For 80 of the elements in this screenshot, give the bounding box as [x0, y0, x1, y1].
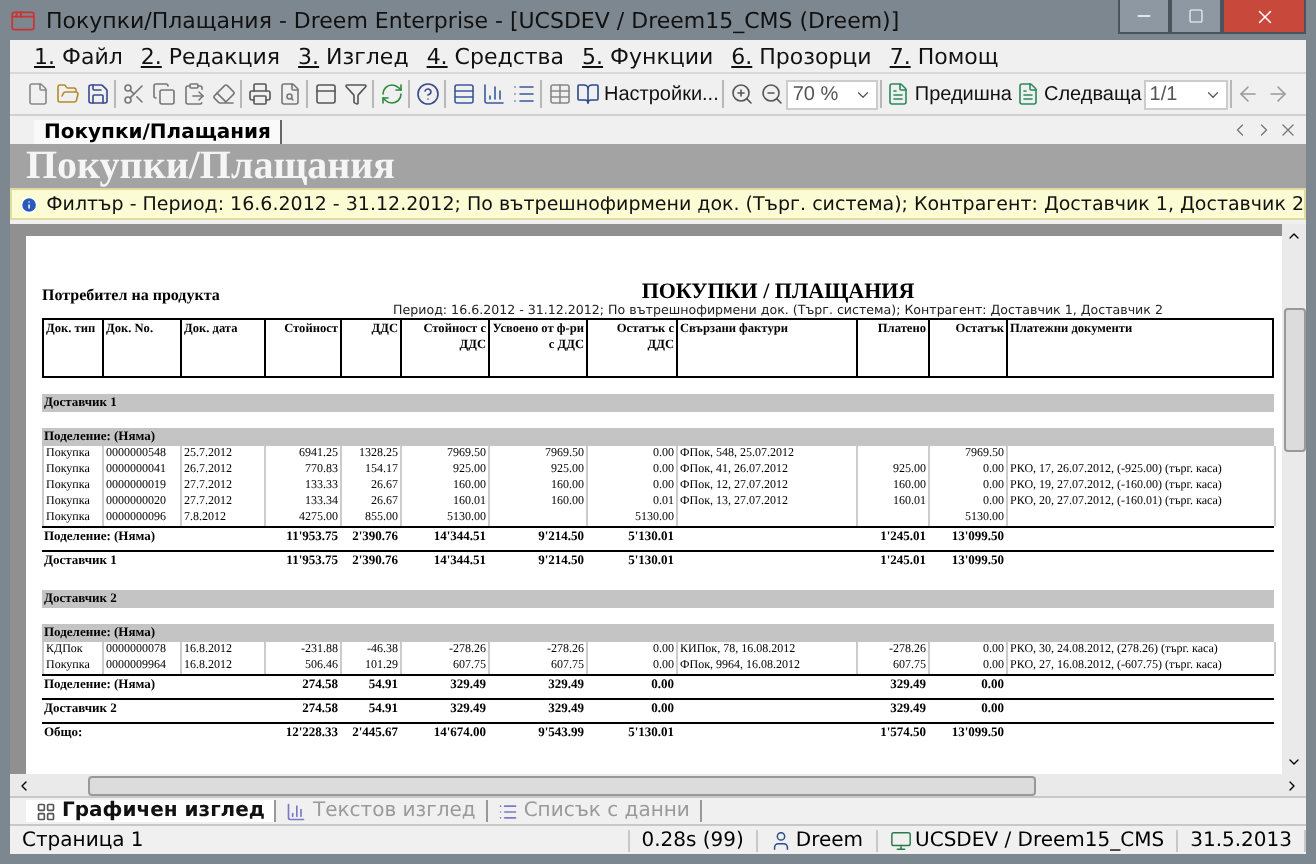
window-title: Покупки/Плащания - Dreem Enterprise - [UCSDEV / Dreem15_CMS (Dreem)]: [46, 7, 902, 33]
filter-icon: [343, 82, 367, 106]
paste-icon: [181, 82, 205, 106]
help-icon: [415, 82, 439, 106]
printer-icon: [247, 82, 271, 106]
menu-item[interactable]: 3. Изглед: [298, 43, 409, 69]
menu-item[interactable]: 6. Прозорци: [731, 43, 872, 69]
open-folder-button[interactable]: [52, 82, 82, 106]
close-icon: [1253, 5, 1275, 27]
bar-chart-icon: [481, 82, 505, 106]
previous-button[interactable]: Предишна: [884, 82, 1014, 106]
status-timing: 0.28s (99): [629, 829, 758, 851]
printer-button[interactable]: [244, 82, 274, 106]
window-icon: [313, 82, 337, 106]
cut-icon: [121, 82, 145, 106]
table-icon: [547, 82, 571, 106]
rows-icon: [451, 82, 475, 106]
page-title: Покупки/Плащания: [26, 143, 395, 189]
window-button[interactable]: [310, 82, 340, 106]
zoom-in-icon: [729, 82, 754, 106]
user-label: Потребител на продукта: [42, 286, 222, 304]
filter-button[interactable]: [340, 82, 370, 106]
minimize-button[interactable]: [1118, 0, 1170, 34]
close-icon: [1278, 120, 1298, 140]
status-user: Dreem: [757, 829, 878, 851]
table-button[interactable]: [544, 82, 574, 106]
scrollbar-thumb[interactable]: [88, 775, 1036, 795]
scroll-up-icon[interactable]: [1286, 228, 1302, 244]
refresh-button[interactable]: [376, 82, 406, 106]
horizontal-scrollbar[interactable]: [10, 774, 1306, 796]
status-page: Страница 1: [10, 829, 630, 851]
save-icon: [85, 82, 109, 106]
grid-icon: [36, 801, 56, 821]
help-button[interactable]: [412, 82, 442, 106]
open-folder-icon: [55, 82, 79, 106]
status-date: 31.5.2013: [1178, 829, 1306, 851]
zoom-in-button[interactable]: [726, 82, 757, 106]
copy-button[interactable]: [148, 82, 178, 106]
copy-icon: [151, 82, 175, 106]
menu-item[interactable]: 2. Редакция: [140, 43, 281, 69]
monitor-icon: [889, 829, 912, 851]
eraser-icon: [211, 82, 235, 106]
scrollbar-thumb[interactable]: [1283, 307, 1305, 451]
arrow-left-icon: [1236, 82, 1261, 106]
menu-item[interactable]: 5. Функции: [582, 43, 714, 69]
print-preview-icon: [277, 82, 301, 106]
zoom-out-button[interactable]: [756, 82, 787, 106]
status-database: UCSDEV / Dreem15_CMS: [877, 829, 1179, 851]
menu-item[interactable]: 1. Файл: [34, 43, 123, 69]
page-select[interactable]: 1/1: [1143, 79, 1228, 109]
menu-item[interactable]: 4. Средства: [426, 43, 565, 69]
chart-icon: [286, 801, 307, 821]
close-button[interactable]: [1222, 0, 1306, 34]
cut-button[interactable]: [118, 82, 148, 106]
maximize-icon: [1188, 8, 1204, 24]
user-icon: [769, 829, 792, 851]
book-icon: [576, 82, 600, 106]
refresh-icon: [379, 82, 403, 106]
report-title: ПОКУПКИ / ПЛАЩАНИЯ: [641, 280, 915, 304]
scroll-down-icon[interactable]: [1286, 754, 1302, 770]
menu-item[interactable]: 7. Помощ: [889, 43, 999, 69]
new-file-icon: [25, 82, 49, 106]
eraser-button[interactable]: [208, 82, 238, 106]
bar-chart-button[interactable]: [478, 82, 508, 106]
info-icon: [20, 193, 39, 215]
zoom-select[interactable]: 70 %: [786, 79, 879, 109]
vertical-scrollbar[interactable]: [1282, 224, 1306, 774]
zoom-out-icon: [759, 82, 784, 106]
save-button[interactable]: [82, 82, 112, 106]
maximize-button[interactable]: [1170, 0, 1222, 34]
arrow-right-icon: [1266, 82, 1291, 106]
settings-button[interactable]: Настройки...: [574, 82, 721, 106]
scroll-left-icon[interactable]: [16, 777, 32, 793]
view-tab[interactable]: Графичен изглед: [26, 800, 277, 822]
document-tab[interactable]: Покупки/Плащания: [34, 120, 283, 144]
next-button[interactable]: Следваща: [1014, 82, 1144, 106]
scroll-right-icon[interactable]: [1284, 777, 1300, 793]
filter-text: Филтър - Период: 16.6.2012 - 31.12.2012; По вътрешнофирмени док. (Търг. система); Контрагент: Доставчик 1, Доставчик 2: [46, 193, 1304, 215]
window-icon: [10, 7, 36, 33]
rows-button[interactable]: [448, 82, 478, 106]
